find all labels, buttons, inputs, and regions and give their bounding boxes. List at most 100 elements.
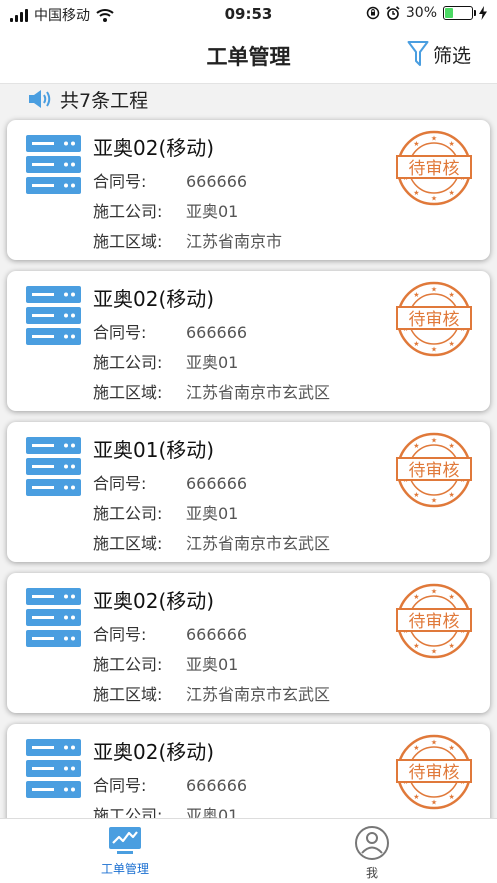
company-label: 施工公司: [93, 202, 163, 221]
tab-work-orders[interactable]: 工单管理 [65, 825, 185, 877]
company-row: 施工公司: 亚奥01 [93, 651, 238, 675]
server-icon [26, 588, 81, 647]
company-row: 施工公司: 亚奥01 [93, 349, 238, 373]
region-label: 施工区域: [93, 232, 163, 251]
status-stamp: ★★★★★★★★★★ 待审核 [396, 281, 472, 357]
svg-text:★: ★ [448, 442, 454, 450]
svg-text:★: ★ [431, 739, 437, 747]
status-stamp-text: 待审核 [409, 612, 460, 632]
status-stamp: ★★★★★★★★★★ 待审核 [396, 583, 472, 659]
svg-text:★: ★ [448, 340, 454, 348]
order-title: 亚奥01(移动) [93, 438, 215, 462]
svg-text:★: ★ [431, 799, 437, 807]
svg-text:★: ★ [413, 744, 419, 752]
svg-text:★: ★ [413, 189, 419, 197]
battery-percent: 30% [405, 5, 437, 21]
svg-text:★: ★ [413, 642, 419, 650]
server-icon [26, 739, 81, 798]
contract-label: 合同号: [93, 625, 147, 644]
contract-value: 666666 [186, 776, 248, 795]
work-order-card[interactable]: 亚奥01(移动) 合同号: 666666 施工公司: 亚奥01 施工区域: 江苏省南京… [7, 422, 490, 562]
svg-text:★: ★ [448, 593, 454, 601]
contract-value: 666666 [186, 323, 248, 342]
work-order-card[interactable]: 亚奥02(移动) 合同号:666666 施工公司:亚奥01 施工区域: ★★★★… [7, 724, 490, 818]
svg-text:★: ★ [448, 189, 454, 197]
tab-me-label: 我 [365, 866, 378, 880]
company-value: 亚奥01 [186, 504, 239, 523]
svg-text:★: ★ [448, 744, 454, 752]
status-stamp-text: 待审核 [409, 461, 460, 481]
contract-value: 666666 [186, 172, 248, 191]
svg-text:★: ★ [431, 135, 437, 143]
tab-bar: 工单管理 我 [0, 818, 497, 883]
user-profile-icon [355, 826, 389, 860]
work-order-list[interactable]: 亚奥02(移动) 合同号: 666666 施工公司: 亚奥01 施工区域: 江苏省南京… [0, 112, 497, 818]
status-stamp-text: 待审核 [409, 159, 460, 179]
filter-label: 筛选 [432, 44, 471, 67]
status-stamp: ★★★★★★★★★★ 待审核 [396, 432, 472, 508]
svg-text:★: ★ [413, 140, 419, 148]
contract-row: 合同号: 666666 [93, 621, 247, 645]
svg-text:★: ★ [413, 291, 419, 299]
nav-bar: 工单管理 筛选 [0, 28, 497, 84]
svg-text:★: ★ [431, 286, 437, 294]
rotation-lock-icon [366, 6, 380, 20]
svg-text:★: ★ [448, 793, 454, 801]
svg-text:★: ★ [448, 140, 454, 148]
svg-text:★: ★ [413, 793, 419, 801]
alarm-icon [386, 6, 400, 20]
contract-value: 666666 [186, 474, 248, 493]
charging-icon [479, 6, 487, 20]
contract-value: 666666 [186, 625, 248, 644]
server-icon [26, 286, 81, 345]
funnel-icon [407, 41, 429, 66]
region-row: 施工区域: 江苏省南京市玄武区 [93, 681, 330, 705]
svg-text:★: ★ [431, 588, 437, 596]
contract-label: 合同号: [93, 323, 147, 342]
svg-text:★: ★ [413, 491, 419, 499]
server-icon [26, 437, 81, 496]
contract-label: 合同号: [93, 474, 147, 493]
project-count-text: 共7条工程 [60, 89, 149, 112]
svg-text:★: ★ [448, 491, 454, 499]
company-row: 施工公司: 亚奥01 [93, 802, 238, 818]
region-row: 施工区域: 江苏省南京市 [93, 228, 282, 252]
order-title: 亚奥02(移动) [93, 589, 215, 613]
svg-text:★: ★ [431, 497, 437, 505]
status-stamp-text: 待审核 [409, 763, 460, 783]
region-row: 施工区域: 江苏省南京市玄武区 [93, 530, 330, 554]
region-value: 江苏省南京市玄武区 [186, 534, 331, 553]
tab-work-orders-label: 工单管理 [100, 862, 149, 876]
region-label: 施工区域: [93, 685, 163, 704]
company-value: 亚奥01 [186, 353, 239, 372]
contract-label: 合同号: [93, 172, 147, 191]
region-label: 施工区域: [93, 534, 163, 553]
work-order-card[interactable]: 亚奥02(移动) 合同号: 666666 施工公司: 亚奥01 施工区域: 江苏省南京… [7, 120, 490, 260]
company-label: 施工公司: [93, 353, 163, 372]
svg-text:★: ★ [413, 442, 419, 450]
order-title: 亚奥02(移动) [93, 740, 215, 764]
svg-text:★: ★ [448, 291, 454, 299]
order-title: 亚奥02(移动) [93, 136, 215, 160]
tab-me[interactable]: 我 [312, 825, 432, 881]
svg-text:★: ★ [431, 648, 437, 656]
company-row: 施工公司: 亚奥01 [93, 500, 238, 524]
status-bar: 中国移动 09:53 30% [0, 0, 497, 28]
server-icon [26, 135, 81, 194]
region-value: 江苏省南京市玄武区 [186, 383, 331, 402]
project-count: 共7条工程 [28, 86, 148, 112]
work-order-card[interactable]: 亚奥02(移动) 合同号: 666666 施工公司: 亚奥01 施工区域: 江苏省南京… [7, 271, 490, 411]
status-stamp: ★★★★★★★★★★ 待审核 [396, 130, 472, 206]
svg-text:★: ★ [431, 195, 437, 203]
contract-row: 合同号: 666666 [93, 168, 247, 192]
filter-button[interactable]: 筛选 [407, 40, 471, 68]
monitor-chart-icon [109, 827, 141, 854]
svg-text:★: ★ [413, 593, 419, 601]
contract-row: 合同号: 666666 [93, 772, 247, 796]
region-label: 施工区域: [93, 383, 163, 402]
svg-text:★: ★ [413, 340, 419, 348]
contract-row: 合同号: 666666 [93, 319, 247, 343]
company-row: 施工公司: 亚奥01 [93, 198, 238, 222]
work-order-card[interactable]: 亚奥02(移动) 合同号: 666666 施工公司: 亚奥01 施工区域: 江苏省南京… [7, 573, 490, 713]
svg-text:★: ★ [431, 346, 437, 354]
